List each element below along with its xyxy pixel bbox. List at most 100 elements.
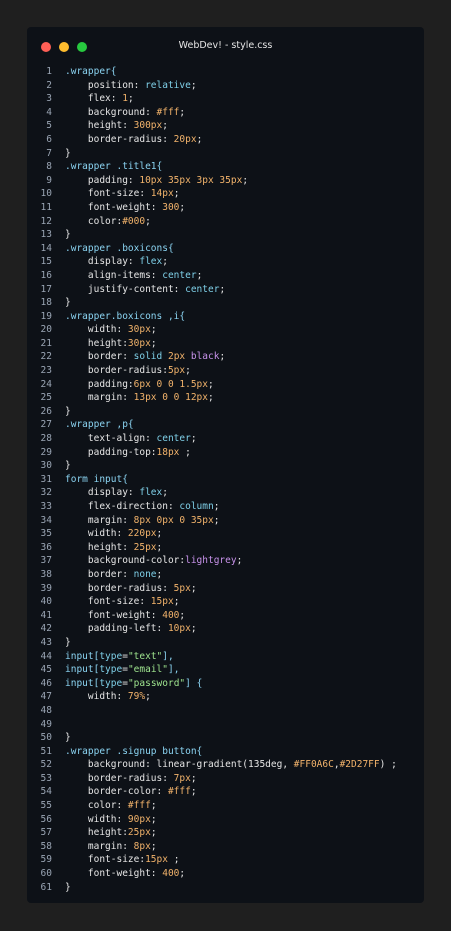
code-token: ;: [190, 433, 197, 445]
line-code: border-radius:5px;: [52, 364, 191, 378]
code-line: 40 font-size: 15px;: [27, 595, 424, 609]
line-code: border: solid 2px black;: [52, 350, 225, 364]
line-code: border: none;: [52, 568, 162, 582]
code-token: ;: [150, 827, 157, 839]
code-token: background:: [65, 106, 157, 118]
line-number: 54: [40, 786, 52, 798]
code-token: width:: [65, 324, 128, 336]
line-number: 28: [40, 433, 52, 445]
code-token: ;: [190, 582, 197, 594]
code-token: .wrapper .boxicons{: [65, 242, 174, 254]
code-token: display:: [65, 256, 140, 268]
line-number: 7: [46, 147, 52, 159]
code-line: 18}: [27, 296, 424, 310]
code-line: 6 border-radius: 20px;: [27, 133, 424, 147]
line-code: align-items: center;: [52, 269, 202, 283]
code-token: 14px: [150, 188, 174, 200]
code-token: 300px: [133, 120, 163, 132]
code-token: ;: [196, 269, 203, 281]
line-code: width: 79%;: [52, 690, 151, 704]
line-code: .wrapper ,p{: [52, 418, 134, 432]
line-number: 49: [40, 718, 52, 730]
code-token: 15px: [150, 596, 174, 608]
line-code: border-radius: 20px;: [52, 133, 202, 147]
code-token: width:: [65, 813, 128, 825]
line-number: 30: [40, 460, 52, 472]
line-number: 24: [40, 378, 52, 390]
line-number: 34: [40, 514, 52, 526]
code-token: 13px 0 0 12px: [133, 392, 208, 404]
code-line: 61}: [27, 881, 424, 895]
line-code: display: flex;: [52, 486, 168, 500]
code-token: height:: [65, 337, 128, 349]
code-token: lightgrey: [185, 555, 237, 567]
line-number: 45: [40, 664, 52, 676]
code-token: width:: [65, 691, 128, 703]
code-line: 30}: [27, 459, 424, 473]
code-token: font-size:: [65, 596, 151, 608]
code-token: border-radius:: [65, 772, 174, 784]
line-number: 42: [40, 623, 52, 635]
code-token: flex-direction:: [65, 501, 180, 512]
code-token: #fff: [127, 800, 151, 812]
code-token: flex: [139, 256, 163, 268]
line-code: border-radius: 7px;: [52, 772, 197, 786]
code-token: ;: [185, 365, 191, 377]
code-line: 56 width: 90px;: [27, 813, 424, 827]
line-number: 16: [40, 269, 52, 281]
code-line: 58 margin: 8px;: [27, 840, 424, 854]
line-number: 5: [46, 120, 52, 132]
line-code: .wrapper .title1{: [52, 160, 162, 174]
code-token: ;: [162, 256, 168, 268]
code-token: }: [65, 405, 71, 417]
line-number: 21: [40, 337, 52, 349]
line-code: position: relative;: [52, 79, 197, 93]
code-line: 31 form input{: [27, 473, 424, 487]
code-token: padding:: [65, 174, 140, 186]
code-token: 220px: [127, 528, 157, 540]
code-line: 5 height: 300px;: [27, 119, 424, 133]
code-token: ;: [213, 514, 220, 526]
code-editor[interactable]: 1 .wrapper{2 position: relative; 3 flex: 1…: [27, 65, 424, 894]
code-token: 300: [162, 201, 180, 213]
line-number: 10: [40, 188, 52, 200]
code-token: ;: [242, 174, 249, 186]
code-token: justify-content:: [65, 283, 186, 295]
line-code: padding:6px 0 0 1.5px;: [52, 378, 214, 392]
code-token: ;: [179, 868, 186, 880]
code-line: 2 position: relative;: [27, 79, 424, 93]
line-number: 11: [40, 201, 52, 213]
code-line: 48: [27, 704, 424, 718]
code-token: }: [65, 147, 71, 159]
line-code: border-radius: 5px;: [52, 582, 197, 596]
line-number: 2: [46, 79, 52, 91]
code-token: font-size:: [65, 188, 151, 200]
line-code: }: [52, 459, 71, 473]
code-token: border-color:: [65, 786, 168, 798]
code-token: ;: [173, 188, 180, 200]
line-number: 18: [40, 297, 52, 309]
code-token: type: [99, 677, 123, 689]
code-token: .wrapper{: [65, 66, 117, 77]
code-token: flex: [139, 487, 163, 499]
line-code: .wrapper{: [52, 65, 116, 79]
code-line: 50}: [27, 731, 424, 745]
line-number: 33: [40, 501, 52, 512]
line-code: width: 90px;: [52, 813, 157, 827]
line-code: font-size:15px ;: [52, 853, 180, 867]
line-number: 13: [40, 229, 52, 241]
line-number: 36: [40, 541, 52, 553]
line-code: color:#000;: [52, 215, 151, 229]
code-token: solid: [133, 351, 168, 363]
line-code: justify-content: center;: [52, 283, 225, 297]
line-code: height:25px;: [52, 826, 157, 840]
line-code: }: [52, 147, 71, 161]
code-token: margin:: [65, 840, 134, 852]
code-token: ;: [145, 691, 151, 703]
window-titlebar: WebDev! - style.css: [27, 27, 424, 65]
line-code: input[type="password"] {: [52, 677, 202, 691]
code-token: "email": [127, 664, 168, 676]
code-token: ;: [190, 786, 197, 798]
code-token: 400: [162, 609, 180, 621]
line-number: 29: [40, 446, 52, 458]
